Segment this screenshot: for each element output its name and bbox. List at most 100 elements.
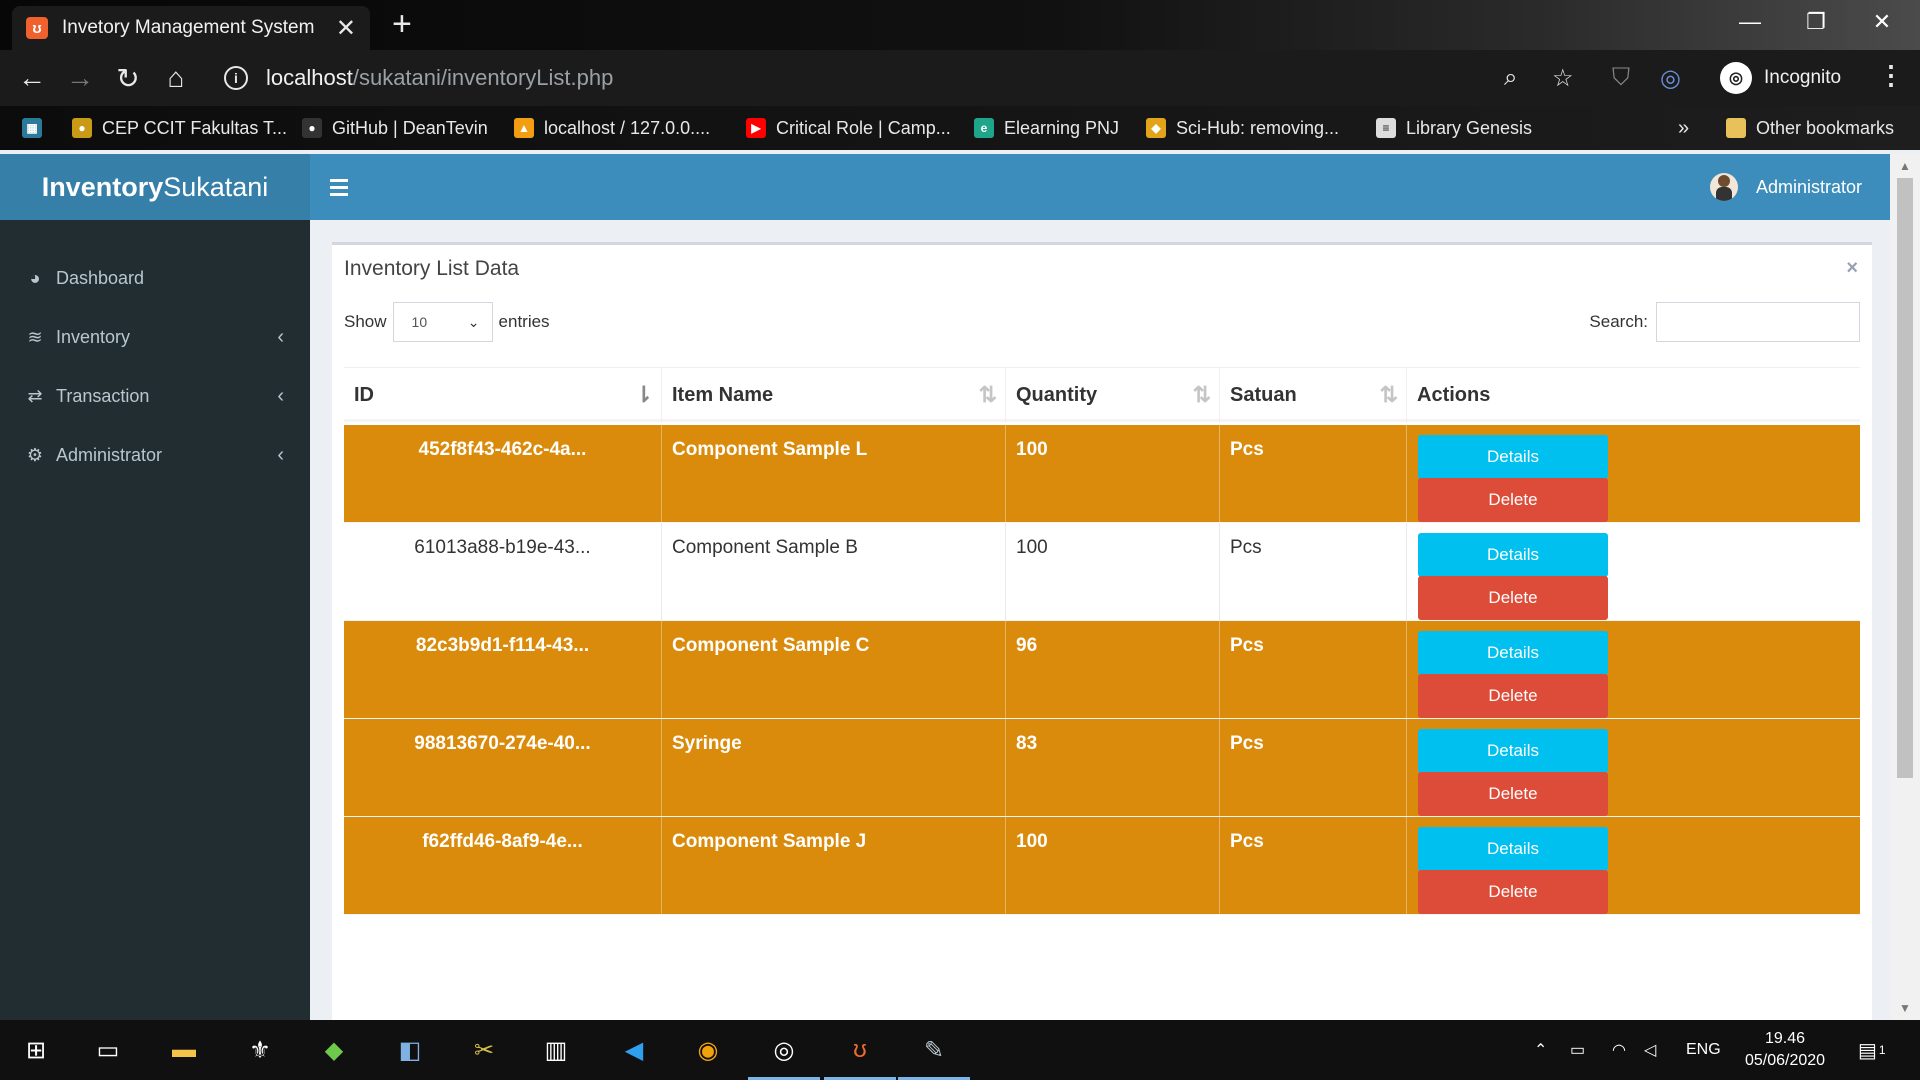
apps-icon[interactable]: ▦ [22, 106, 42, 150]
cell-quantity: 83 [1006, 719, 1220, 817]
wifi-icon[interactable]: ◠ [1612, 1020, 1626, 1080]
dashboard-icon: ◕ [29, 267, 41, 288]
close-icon[interactable]: × [1846, 257, 1858, 280]
sort-icon: ⇅ [1192, 382, 1211, 407]
column-header-satuan[interactable]: Satuan ⇅ [1220, 368, 1407, 423]
entries-select-value: 10 [411, 314, 428, 330]
close-window-icon[interactable]: ✕ [1852, 0, 1912, 44]
scroll-up-icon[interactable]: ▲ [1890, 156, 1920, 176]
extension-icon[interactable]: ◎ [1660, 64, 1681, 93]
chevron-left-icon: ‹ [277, 443, 284, 466]
other-bookmarks[interactable]: Other bookmarks [1726, 106, 1894, 150]
task-view-icon[interactable]: ▭ [88, 1030, 128, 1070]
delete-button[interactable]: Delete [1418, 870, 1608, 914]
youtube-icon: ▶ [746, 118, 766, 138]
app-icon[interactable]: ◉ [688, 1030, 728, 1070]
clock[interactable]: 19.46 05/06/2020 [1735, 1028, 1835, 1072]
bookmark-item[interactable]: ≡ Library Genesis [1376, 106, 1532, 150]
cell-actions: Details Delete [1407, 425, 1860, 523]
cell-satuan: Pcs [1220, 523, 1407, 621]
bookmark-item[interactable]: e Elearning PNJ [974, 106, 1119, 150]
tab-close-icon[interactable]: ✕ [336, 14, 356, 43]
bookmarks-overflow-button[interactable]: » [1678, 106, 1689, 150]
details-button[interactable]: Details [1418, 631, 1608, 675]
tools-icon[interactable]: ✂ [464, 1030, 504, 1070]
sidebar-item-dashboard[interactable]: ◕ Dashboard [0, 250, 310, 306]
sidebar-item-transaction[interactable]: ⇄ Transaction ‹ [0, 368, 310, 424]
scrollbar-thumb[interactable] [1897, 178, 1913, 778]
delete-button[interactable]: Delete [1418, 772, 1608, 816]
new-tab-button[interactable]: + [392, 7, 412, 41]
app-icon[interactable]: ◧ [390, 1030, 430, 1070]
bookmark-item[interactable]: ▲ localhost / 127.0.0.... [514, 106, 710, 150]
search-label: Search: [1589, 312, 1648, 331]
xampp-icon[interactable]: ʊ [840, 1030, 880, 1070]
back-icon[interactable]: ← [14, 60, 50, 96]
delete-button[interactable]: Delete [1418, 478, 1608, 522]
cell-item-name: Component Sample J [662, 817, 1006, 915]
details-button[interactable]: Details [1418, 533, 1608, 577]
browser-tab[interactable]: ʊ Invetory Management System ✕ [12, 6, 370, 50]
table-row: 82c3b9d1-f114-43... Component Sample C 96 P… [344, 621, 1860, 719]
reload-icon[interactable]: ↻ [110, 60, 146, 96]
bookmark-item[interactable]: ▶ Critical Role | Camp... [746, 106, 951, 150]
forward-icon[interactable]: → [62, 60, 98, 96]
table-row: f62ffd46-8af9-4e... Component Sample J 100… [344, 817, 1860, 915]
file-explorer-icon[interactable]: ▬ [164, 1030, 204, 1070]
entries-select[interactable]: 10 ⌄ [392, 302, 493, 342]
shield-extension-icon[interactable]: ⛉ [1612, 64, 1630, 92]
site-info-icon[interactable]: i [224, 66, 248, 90]
volume-icon[interactable]: ◁ [1644, 1020, 1656, 1080]
cell-item-name: Component Sample C [662, 621, 1006, 719]
app-icon[interactable]: ▥ [536, 1030, 576, 1070]
scroll-down-icon[interactable]: ▼ [1890, 998, 1920, 1018]
sidebar-item-label: Administrator [56, 444, 163, 465]
home-icon[interactable]: ⌂ [158, 60, 194, 96]
paint-icon[interactable]: ✎ [914, 1030, 954, 1070]
sidebar-item-inventory[interactable]: ≋ Inventory ‹ [0, 309, 310, 365]
browser-menu-icon[interactable]: ⋮ [1878, 60, 1904, 91]
url-omnibox[interactable]: i localhost/sukatani/inventoryList.php [210, 56, 1510, 100]
bookmark-item[interactable]: ● GitHub | DeanTevin [302, 106, 488, 150]
cell-satuan: Pcs [1220, 621, 1407, 719]
minimize-window-icon[interactable]: — [1720, 0, 1780, 44]
page-scrollbar[interactable]: ▲ ▼ [1890, 154, 1920, 1020]
sidebar-toggle-icon[interactable] [330, 173, 350, 201]
app-icon[interactable]: ⚜ [240, 1030, 280, 1070]
url-text[interactable]: localhost/sukatani/inventoryList.php [266, 65, 613, 91]
windows-start-icon[interactable]: ⊞ [16, 1030, 56, 1070]
table-search: Search: [1589, 302, 1860, 342]
column-header-item-name[interactable]: Item Name ⇅ [662, 368, 1006, 423]
sidebar-item-label: Dashboard [56, 267, 145, 288]
delete-button[interactable]: Delete [1418, 674, 1608, 718]
bookmark-item[interactable]: ◆ Sci-Hub: removing... [1146, 106, 1339, 150]
tray-chevron-icon[interactable]: ⌃ [1534, 1020, 1547, 1080]
inventory-panel: Inventory List Data × Show 10 ⌄ entries … [332, 242, 1872, 1020]
delete-button[interactable]: Delete [1418, 576, 1608, 620]
details-button[interactable]: Details [1418, 827, 1608, 871]
restore-window-icon[interactable]: ❐ [1786, 0, 1846, 44]
notifications-icon[interactable]: ▤ 1 [1858, 1020, 1886, 1080]
bookmark-item[interactable]: ● CEP CCIT Fakultas T... [72, 106, 287, 150]
battery-icon[interactable]: ▭ [1570, 1020, 1585, 1080]
app-icon[interactable]: ◆ [314, 1030, 354, 1070]
chevron-left-icon: ‹ [277, 325, 284, 348]
bookmark-star-icon[interactable]: ☆ [1552, 64, 1574, 93]
sort-icon: ⇅ [1379, 382, 1398, 407]
sort-icon: ⇅ [978, 382, 997, 407]
vscode-icon[interactable]: ◀ [614, 1030, 654, 1070]
search-input[interactable] [1656, 302, 1860, 342]
details-button[interactable]: Details [1418, 729, 1608, 773]
column-header-quantity[interactable]: Quantity ⇅ [1006, 368, 1220, 423]
app-logo[interactable]: Inventory Sukatani [0, 154, 310, 220]
zoom-icon[interactable]: ⌕ [1504, 64, 1517, 92]
clock-time: 19.46 [1764, 1030, 1806, 1047]
language-indicator[interactable]: ENG [1686, 1020, 1721, 1080]
column-header-id[interactable]: ID ⇂ [344, 368, 662, 423]
details-button[interactable]: Details [1418, 435, 1608, 479]
incognito-indicator[interactable]: ◎ Incognito [1720, 58, 1841, 98]
sidebar-item-administrator[interactable]: ⚙ Administrator ‹ [0, 427, 310, 483]
user-menu[interactable]: Administrator [1709, 154, 1862, 220]
cell-item-name: Syringe [662, 719, 1006, 817]
incognito-chrome-icon[interactable]: ◎ [764, 1030, 804, 1070]
